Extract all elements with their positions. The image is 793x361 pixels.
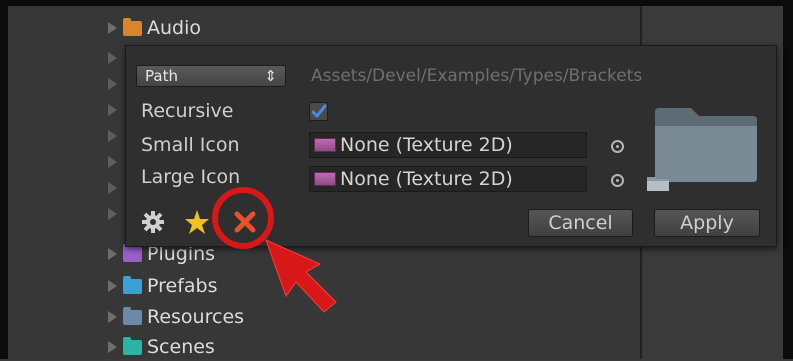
tree-item-resources[interactable]: Resources — [108, 303, 244, 331]
tree-item-label: Prefabs — [147, 275, 218, 297]
gear-icon[interactable] — [140, 209, 166, 235]
small-icon-label: Small Icon — [141, 134, 240, 156]
plugins-folder-icon — [123, 243, 142, 262]
expand-arrow-icon[interactable] — [108, 280, 117, 292]
small-icon-field[interactable]: None (Texture 2D) — [309, 132, 587, 158]
tree-item-audio[interactable]: Audio — [108, 14, 201, 42]
large-icon-label: Large Icon — [141, 166, 241, 188]
large-icon-value: None (Texture 2D) — [340, 168, 513, 190]
path-value: Assets/Devel/Examples/Types/Brackets — [311, 66, 643, 86]
checkmark-icon — [311, 104, 327, 118]
star-icon[interactable] — [184, 209, 210, 235]
scenes-folder-icon — [123, 336, 142, 355]
tree-item-label: Resources — [147, 306, 245, 328]
expand-arrow-icon[interactable] — [108, 208, 117, 220]
expand-arrow-icon[interactable] — [108, 341, 117, 353]
expand-arrow-icon[interactable] — [108, 130, 117, 142]
dropdown-arrows-icon: ⇕ — [264, 67, 277, 85]
audio-folder-icon — [123, 17, 142, 36]
apply-button[interactable]: Apply — [654, 209, 760, 237]
window-right-frame — [783, 0, 793, 359]
texture-icon — [314, 172, 336, 186]
expand-arrow-icon[interactable] — [108, 52, 117, 64]
expand-arrow-icon[interactable] — [108, 311, 117, 323]
recursive-label: Recursive — [141, 100, 234, 122]
object-picker-icon[interactable] — [611, 174, 624, 187]
expand-arrow-icon[interactable] — [108, 78, 117, 90]
small-folder-preview-icon — [647, 177, 669, 191]
resources-folder-icon — [123, 306, 142, 325]
large-icon-field[interactable]: None (Texture 2D) — [309, 166, 587, 192]
pointer-arrow-icon — [265, 239, 337, 313]
tree-item-label: Audio — [147, 17, 202, 39]
expand-arrow-icon[interactable] — [108, 104, 117, 116]
expand-arrow-icon[interactable] — [108, 22, 117, 34]
recursive-checkbox[interactable] — [309, 102, 328, 121]
large-folder-preview-icon — [655, 108, 757, 182]
expand-arrow-icon[interactable] — [108, 248, 117, 260]
tree-item-prefabs[interactable]: Prefabs — [108, 272, 218, 300]
tree-item-label: Scenes — [147, 336, 215, 358]
texture-icon — [314, 138, 336, 152]
tree-item-scenes[interactable]: Scenes — [108, 333, 215, 361]
cancel-button[interactable]: Cancel — [528, 209, 633, 237]
object-picker-icon[interactable] — [611, 140, 624, 153]
small-icon-value: None (Texture 2D) — [340, 134, 513, 156]
expand-arrow-icon[interactable] — [108, 182, 117, 194]
path-dropdown-label: Path — [145, 67, 178, 85]
expand-arrow-icon[interactable] — [108, 156, 117, 168]
prefabs-folder-icon — [123, 275, 142, 294]
path-dropdown[interactable]: Path ⇕ — [136, 65, 286, 87]
window-left-frame — [0, 0, 8, 359]
